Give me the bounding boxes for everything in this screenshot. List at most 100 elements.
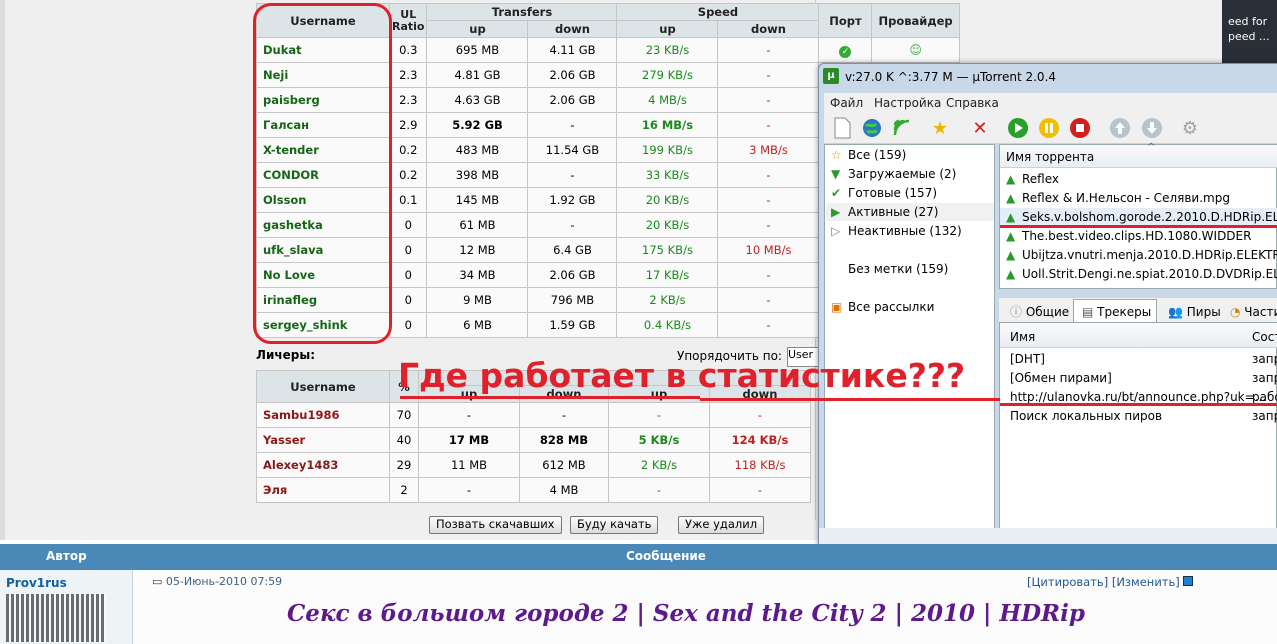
col-speed-up: up: [616, 20, 719, 38]
speed-down: -: [717, 162, 820, 188]
start-icon[interactable]: [1006, 116, 1030, 140]
transfer-up: -: [418, 477, 520, 503]
ul-ratio: 0: [388, 237, 428, 263]
tracker-row-name[interactable]: http://ulanovka.ru/bt/announce.php?uk=..…: [1010, 390, 1266, 404]
torrent-row[interactable]: Uoll.Strit.Dengi.ne.spiat.2010.D.DVDRip.…: [1022, 267, 1277, 281]
transfer-down: 4.11 GB: [527, 37, 618, 63]
seeding-arrow-icon: ▲: [1006, 172, 1016, 186]
transfer-down: 11.54 GB: [527, 137, 618, 163]
post-header: Автор Сообщение: [0, 544, 1277, 570]
transfer-down: 612 MB: [519, 452, 609, 478]
will-download-button[interactable]: Буду качать: [570, 516, 659, 534]
percent: 29: [389, 452, 419, 478]
utorrent-logo-icon: µ: [823, 68, 839, 84]
sidebar-item-inactive[interactable]: Неактивные (132): [848, 224, 962, 238]
col-tracker-status[interactable]: Сост: [1252, 330, 1277, 344]
desktop-icon-label[interactable]: eed for peed ...: [1228, 14, 1270, 44]
torrent-row[interactable]: The.best.video.clips.HD.1080.WIDDER: [1022, 229, 1251, 243]
menu-settings[interactable]: Настройка: [874, 96, 941, 110]
sidebar-item-no-label[interactable]: Без метки (159): [848, 262, 948, 276]
quote-link[interactable]: [Цитировать]: [1027, 575, 1108, 589]
window-title: v:27.0 K ^:3.77 M — µTorrent 2.0.4: [845, 70, 1057, 84]
transfer-up: 145 MB: [426, 187, 529, 213]
tracker-row-name[interactable]: Поиск локальных пиров: [1010, 409, 1162, 423]
speed-up: -: [608, 402, 710, 428]
speed-up: 4 MB/s: [616, 87, 719, 113]
transfer-up: 6 MB: [426, 312, 529, 338]
page-left-border: [0, 0, 5, 540]
speed-up: 2 KB/s: [608, 452, 710, 478]
square-icon[interactable]: [1183, 576, 1194, 586]
table-row: Эля 2-4 MB - -: [256, 477, 811, 503]
menu-help[interactable]: Справка: [946, 96, 999, 110]
speed-down: -: [717, 312, 820, 338]
transfer-down: 1.92 GB: [527, 187, 618, 213]
post-icon: ▭: [152, 575, 166, 588]
move-down-icon[interactable]: [1140, 116, 1164, 140]
add-torrent-icon[interactable]: [830, 116, 854, 140]
post-title: Секс в большом городе 2 | Sex and the Ci…: [287, 600, 1085, 627]
transfer-up: -: [418, 402, 520, 428]
tab-trackers[interactable]: ▤ Трекеры: [1078, 302, 1155, 322]
col-tracker-name[interactable]: Имя: [1010, 330, 1035, 344]
stop-icon[interactable]: [1068, 116, 1092, 140]
edit-link[interactable]: [Изменить]: [1112, 575, 1180, 589]
speed-down: -: [717, 87, 820, 113]
col-author: Автор: [46, 549, 87, 563]
col-provider: Провайдер: [871, 3, 960, 38]
tracker-row-name[interactable]: [DHT]: [1010, 352, 1045, 366]
ul-ratio: 0: [388, 212, 428, 238]
col-message: Сообщение: [626, 549, 706, 563]
sidebar-item-downloading[interactable]: Загружаемые (2): [848, 167, 956, 181]
leecher-name[interactable]: Эля: [256, 477, 390, 503]
tracker-row-name[interactable]: [Обмен пирами]: [1010, 371, 1112, 385]
speed-up: 20 KB/s: [616, 212, 719, 238]
ul-ratio: 0.1: [388, 187, 428, 213]
leecher-name[interactable]: Sambu1986: [256, 402, 390, 428]
torrent-row[interactable]: Reflex: [1022, 172, 1059, 186]
menu-file[interactable]: Файл: [830, 96, 863, 110]
transfer-up: 11 MB: [418, 452, 520, 478]
ul-ratio: 2.3: [388, 87, 428, 113]
sidebar-item-all[interactable]: Все (159): [848, 148, 906, 162]
speed-down: -: [717, 112, 820, 138]
tab-general[interactable]: ⓘ Общие: [1006, 302, 1073, 322]
transfer-up: 695 MB: [426, 37, 529, 63]
add-url-icon[interactable]: [860, 116, 884, 140]
pause-icon[interactable]: [1037, 116, 1061, 140]
pieces-icon: ◔: [1230, 305, 1245, 319]
speed-up: 23 KB/s: [616, 37, 719, 63]
sidebar-item-rss[interactable]: Все рассылки: [848, 300, 934, 314]
torrent-row[interactable]: Reflex & И.Нельсон - Селяви.mpg: [1022, 191, 1230, 205]
col-port: Порт: [818, 3, 873, 38]
tracker-row-status: запр: [1252, 371, 1277, 385]
seeding-arrow-icon: ▲: [1006, 191, 1016, 205]
leecher-name[interactable]: Yasser: [256, 427, 390, 453]
transfer-up: 4.81 GB: [426, 62, 529, 88]
tab-pieces[interactable]: ◔ Части: [1226, 302, 1277, 322]
transfer-down: 1.59 GB: [527, 312, 618, 338]
annotation-underline: [1000, 403, 1277, 406]
all-star-icon: ☆: [831, 148, 842, 162]
leecher-name[interactable]: Alexey1483: [256, 452, 390, 478]
settings-gear-icon[interactable]: ⚙: [1178, 116, 1202, 140]
rss-icon[interactable]: [890, 116, 914, 140]
move-up-icon[interactable]: [1108, 116, 1132, 140]
speed-down: -: [717, 187, 820, 213]
already-deleted-button[interactable]: Уже удалил: [678, 516, 765, 534]
tab-peers[interactable]: 👥 Пиры: [1164, 302, 1225, 322]
ul-ratio: 0: [388, 312, 428, 338]
sidebar-item-completed[interactable]: Готовые (157): [848, 186, 937, 200]
post-actions: [Цитировать] [Изменить]: [1027, 575, 1194, 589]
post-author[interactable]: Prov1rus: [6, 576, 67, 590]
col-torrent-name[interactable]: Имя торрента: [1006, 150, 1094, 164]
torrent-row[interactable]: Ubijtza.vnutri.menja.2010.D.HDRip.ELEKTR…: [1022, 248, 1277, 262]
sidebar-item-active[interactable]: Активные (27): [848, 205, 938, 219]
transfer-up: 61 MB: [426, 212, 529, 238]
favorite-star-icon[interactable]: ★: [928, 116, 952, 140]
post-date: ▭ 05-Июнь-2010 07:59: [152, 575, 283, 588]
torrent-row[interactable]: Seks.v.bolshom.gorode.2.2010.D.HDRip.ELE…: [1022, 210, 1277, 224]
call-downloaders-button[interactable]: Позвать скачавших: [429, 516, 562, 534]
annotation-text: Где работает в статистике???: [398, 356, 966, 395]
remove-icon[interactable]: ✕: [968, 116, 992, 140]
